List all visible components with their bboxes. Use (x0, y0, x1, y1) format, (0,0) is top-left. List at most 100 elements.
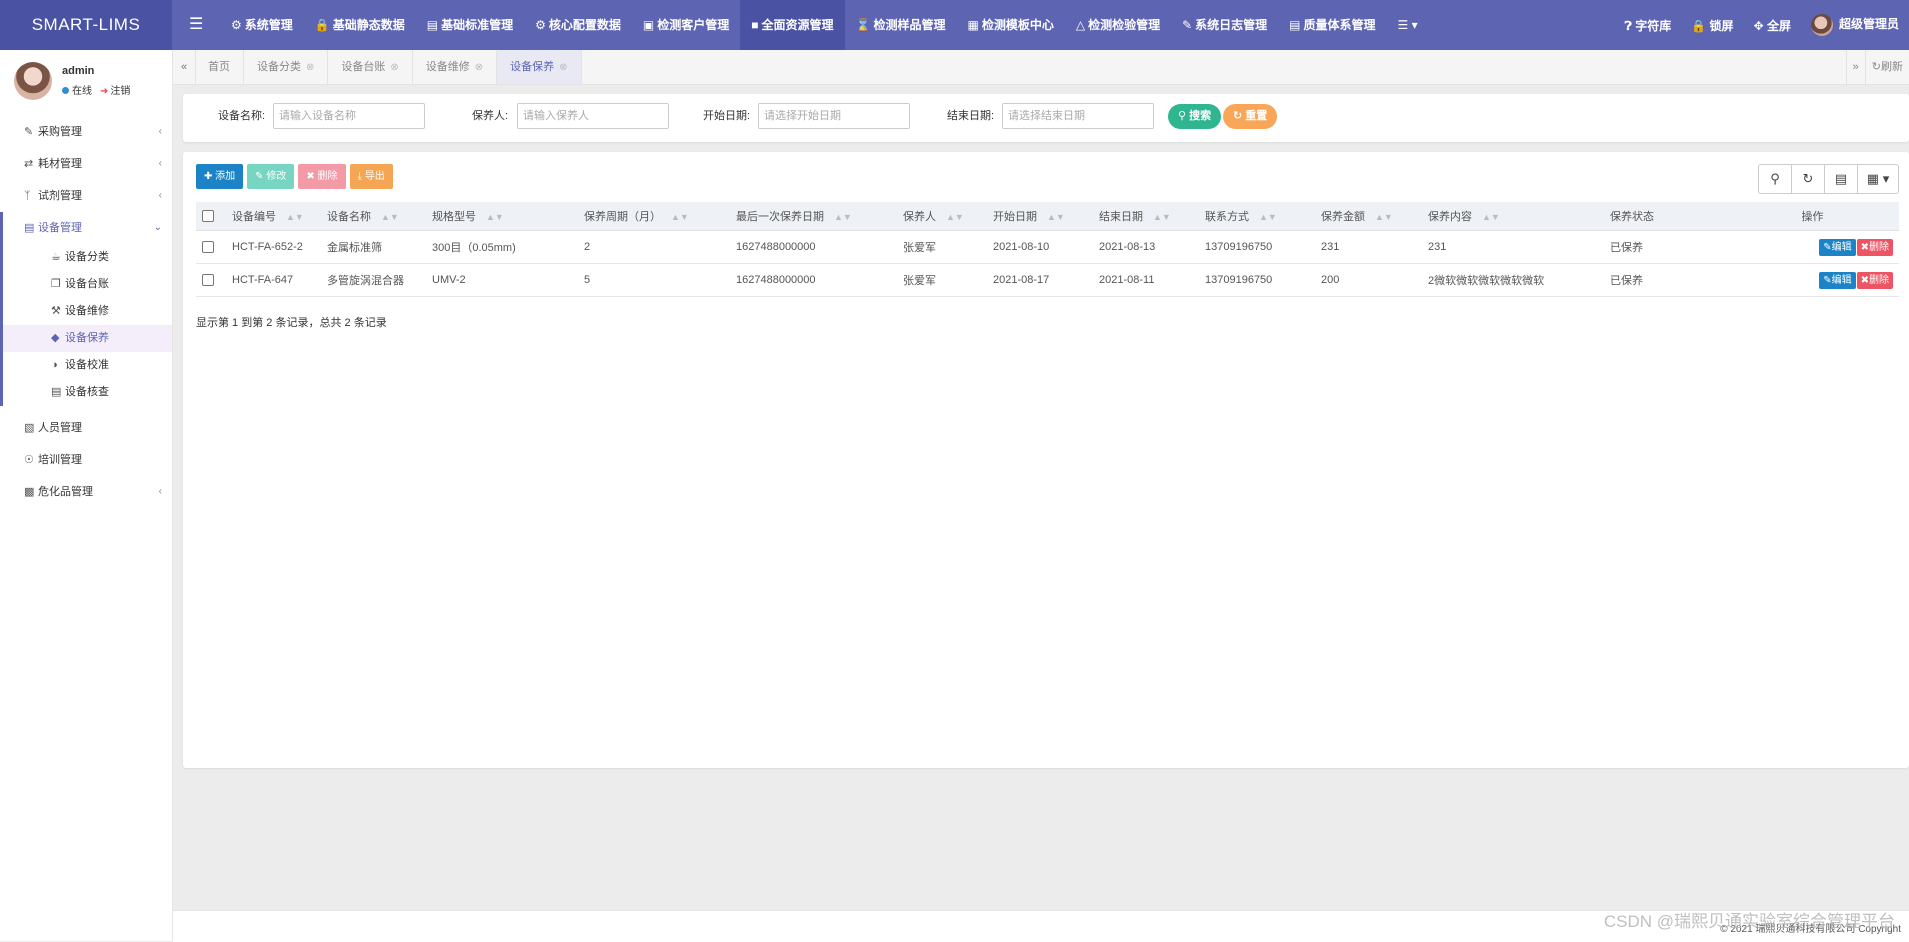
edit-button[interactable]: ✎ 修改 (247, 164, 295, 189)
sidebar-item-training[interactable]: ☉ 培训管理 (0, 444, 172, 476)
keeper-label: 保养人: (472, 110, 509, 122)
sidebar-subitem-calibration[interactable]: ◑ 设备校准 (3, 352, 172, 379)
row-checkbox[interactable] (202, 241, 214, 254)
col-header-model[interactable]: 规格型号 ▲▼ (426, 202, 578, 231)
lock-icon: 🔒 (1691, 18, 1707, 33)
app-brand[interactable]: SMART-LIMS (0, 0, 172, 50)
tab-equipment-maintenance[interactable]: 设备保养 ⊗ (497, 50, 582, 84)
sidebar-item-reagents[interactable]: ᛉ 试剂管理 ‹ (0, 180, 172, 212)
tab-equipment-ledger[interactable]: 设备台账 ⊗ (328, 50, 413, 84)
col-header-cycle[interactable]: 保养周期（月） ▲▼ (578, 202, 730, 231)
search-field-keeper: 保养人: (472, 103, 669, 129)
topnav-item-inspection[interactable]: △ 检测检验管理 (1065, 0, 1171, 50)
edit-icon: ✎ (255, 171, 264, 182)
equipment-name-input[interactable] (273, 103, 425, 129)
row-checkbox[interactable] (202, 274, 214, 287)
tab-scroll-right-button[interactable]: » (1845, 50, 1865, 84)
columns-dropdown-button[interactable]: ▦ ▾ (1857, 164, 1899, 194)
topnav-item-system[interactable]: ⚙ 系统管理 (220, 0, 304, 50)
cell-device-name: 多管旋涡混合器 (321, 263, 426, 297)
sidebar-subitem-ledger[interactable]: ❐ 设备台账 (3, 271, 172, 298)
delete-button[interactable]: ✖ 删除 (298, 164, 346, 189)
font-library-button[interactable]: ❓︎ 字符库 (1615, 17, 1682, 34)
col-header-device-no[interactable]: 设备编号 ▲▼ (226, 202, 321, 231)
sidebar-item-consumables[interactable]: ⇄ 耗材管理 ‹ (0, 148, 172, 180)
close-icon[interactable]: ⊗ (475, 62, 483, 73)
maintenance-table: 设备编号 ▲▼ 设备名称 ▲▼ 规格型号 ▲▼ 保养周期（月） ▲▼ 最后一次保养日期 ▲… (196, 202, 1899, 297)
col-header-last-date[interactable]: 最后一次保养日期 ▲▼ (730, 202, 897, 231)
lock-screen-button[interactable]: 🔒 锁屏 (1681, 17, 1743, 34)
book-icon: ▤ (51, 386, 62, 398)
topnav-item-quality[interactable]: ▤ 质量体系管理 (1278, 0, 1386, 50)
sort-icon: ▲▼ (1259, 212, 1277, 222)
export-button[interactable]: ⤓ 导出 (349, 164, 393, 189)
topnav-item-standards[interactable]: ▤ 基础标准管理 (416, 0, 524, 50)
fullscreen-button[interactable]: ✥ 全屏 (1744, 17, 1801, 34)
close-icon[interactable]: ⊗ (306, 62, 314, 73)
search-field-start-date: 开始日期: (703, 103, 910, 129)
hamburger-icon[interactable]: ☰ (189, 14, 203, 34)
sort-icon: ▲▼ (834, 212, 852, 222)
reset-button[interactable]: ↻ 重置 (1223, 104, 1278, 129)
topnav-item-logs[interactable]: ✎ 系统日志管理 (1171, 0, 1278, 50)
col-header-status[interactable]: 保养状态 (1604, 202, 1726, 231)
sidebar-subitem-verification[interactable]: ▤ 设备核查 (3, 379, 172, 406)
add-button[interactable]: ✚ 添加 (196, 164, 244, 189)
start-date-input[interactable] (758, 103, 910, 129)
topnav-item-customers[interactable]: ▣ 检测客户管理 (632, 0, 740, 50)
col-header-end-date[interactable]: 结束日期 ▲▼ (1093, 202, 1199, 231)
topnav-item-templates[interactable]: ▦ 检测模板中心 (956, 0, 1064, 50)
book-icon: ▤ (426, 18, 439, 32)
search-button[interactable]: ⚲ 搜索 (1168, 104, 1222, 129)
logout-link[interactable]: 注销 (110, 86, 130, 97)
topnav-item-core-config[interactable]: ⚙ 核心配置数据 (524, 0, 632, 50)
keeper-input[interactable] (517, 103, 669, 129)
row-edit-button[interactable]: ✎编辑 (1819, 238, 1856, 256)
topnav-item-static-data[interactable]: 🔒 基础静态数据 (304, 0, 416, 50)
col-header-keeper[interactable]: 保养人 ▲▼ (897, 202, 987, 231)
row-delete-button[interactable]: ✖删除 (1856, 271, 1893, 289)
sidebar-item-personnel[interactable]: ▧ 人员管理 (0, 412, 172, 444)
sidebar-subitem-repair[interactable]: ⚒ 设备维修 (3, 298, 172, 325)
close-icon[interactable]: ⊗ (390, 62, 398, 73)
sidebar-item-purchase[interactable]: ✎ 采购管理 ‹ (0, 116, 172, 148)
tab-equipment-category[interactable]: 设备分类 ⊗ (244, 50, 329, 84)
table-row[interactable]: HCT-FA-652-2 金属标准筛 300目（0.05mm) 2 162748… (196, 230, 1899, 264)
toggle-view-button[interactable]: ▤ (1824, 164, 1857, 194)
close-icon: ✖ (1860, 274, 1869, 286)
refresh-table-button[interactable]: ↻ (1791, 164, 1824, 194)
col-header-contact[interactable]: 联系方式 ▲▼ (1199, 202, 1315, 231)
col-header-amount[interactable]: 保养金额 ▲▼ (1315, 202, 1422, 231)
refresh-icon: ↻ (1802, 171, 1814, 186)
tab-home[interactable]: 首页 (195, 50, 244, 84)
search-panel: 设备名称: 保养人: 开始日期: 结束日期: ⚲ 搜索 ↻ 重置 (183, 94, 1909, 142)
sidebar-item-equipment[interactable]: ▤ 设备管理 ⌄ (0, 212, 172, 244)
calendar-icon: ▦ (967, 18, 979, 32)
tab-equipment-repair[interactable]: 设备维修 ⊗ (413, 50, 498, 84)
sort-icon: ▲▼ (946, 212, 964, 222)
topnav-more-dropdown[interactable]: ☰ ▾ (1387, 0, 1429, 50)
edit-icon: ✎ (1823, 274, 1832, 286)
row-delete-button[interactable]: ✖删除 (1856, 238, 1893, 256)
col-header-content[interactable]: 保养内容 ▲▼ (1422, 202, 1604, 231)
chevron-left-icon: ‹ (158, 190, 162, 201)
topnav-item-resources[interactable]: ■ 全面资源管理 (740, 0, 845, 50)
toggle-search-button[interactable]: ⚲ (1758, 164, 1791, 194)
col-header-start-date[interactable]: 开始日期 ▲▼ (987, 202, 1093, 231)
user-menu[interactable]: 超级管理员 (1801, 14, 1909, 36)
refresh-tab-button[interactable]: ↻刷新 (1864, 50, 1909, 84)
avatar (14, 62, 52, 100)
select-all-checkbox[interactable] (202, 210, 214, 223)
sidebar-subitem-maintenance[interactable]: ◆ 设备保养 (3, 325, 172, 352)
table-row[interactable]: HCT-FA-647 多管旋涡混合器 UMV-2 5 1627488000000… (196, 263, 1899, 297)
close-icon[interactable]: ⊗ (559, 62, 567, 73)
list-alt-icon: ▤ (1834, 171, 1848, 186)
sidebar-subitem-category[interactable]: ☕︎ 设备分类 (3, 244, 172, 271)
tab-scroll-left-button[interactable]: « (173, 50, 196, 84)
topnav-item-samples[interactable]: ⌛ 检测样品管理 (845, 0, 957, 50)
gear-icon: ⚙ (231, 18, 242, 32)
end-date-input[interactable] (1002, 103, 1154, 129)
col-header-device-name[interactable]: 设备名称 ▲▼ (321, 202, 426, 231)
row-edit-button[interactable]: ✎编辑 (1819, 271, 1856, 289)
sidebar-item-hazmat[interactable]: ▩ 危化品管理 ‹ (0, 476, 172, 508)
